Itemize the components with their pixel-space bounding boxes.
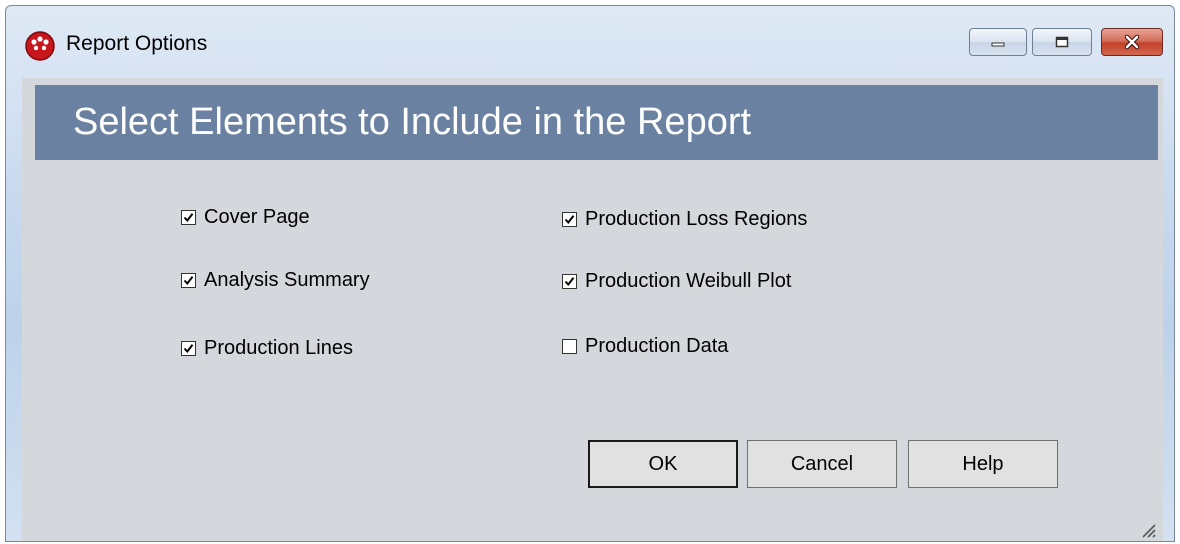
- close-icon: [1124, 34, 1140, 50]
- checkbox-box[interactable]: [562, 274, 577, 289]
- checkbox-analysis-summary[interactable]: Analysis Summary: [181, 269, 370, 292]
- help-button[interactable]: Help: [908, 440, 1058, 488]
- resize-grip-icon[interactable]: [1135, 517, 1157, 539]
- ok-button[interactable]: OK: [588, 440, 738, 488]
- checkbox-box[interactable]: [181, 341, 196, 356]
- close-button[interactable]: [1101, 28, 1163, 56]
- header-banner: Select Elements to Include in the Report: [35, 85, 1158, 160]
- checkbox-box[interactable]: [562, 339, 577, 354]
- maximize-button[interactable]: [1032, 28, 1092, 56]
- minimize-button[interactable]: [969, 28, 1027, 56]
- checkmark-icon: [564, 277, 575, 287]
- report-options-window: Report Options Select Elements to Includ…: [5, 5, 1175, 542]
- checkbox-production-weibull-plot[interactable]: Production Weibull Plot: [562, 270, 791, 293]
- checkmark-icon: [183, 213, 194, 223]
- banner-heading: Select Elements to Include in the Report: [73, 101, 752, 143]
- dialog-body: Select Elements to Include in the Report…: [22, 78, 1163, 541]
- cancel-button[interactable]: Cancel: [747, 440, 897, 488]
- checkbox-production-data[interactable]: Production Data: [562, 335, 728, 358]
- checkbox-label: Production Weibull Plot: [585, 270, 792, 292]
- minimize-icon: [991, 42, 1005, 47]
- title-bar[interactable]: Report Options: [6, 6, 1174, 78]
- checkbox-production-loss-regions[interactable]: Production Loss Regions: [562, 208, 807, 231]
- checkbox-box[interactable]: [181, 273, 196, 288]
- maximize-icon: [1055, 36, 1069, 48]
- window-title: Report Options: [66, 32, 208, 55]
- checkbox-label: Production Data: [585, 335, 729, 357]
- checkmark-icon: [564, 215, 575, 225]
- checkbox-label: Cover Page: [204, 206, 310, 228]
- checkbox-label: Analysis Summary: [204, 269, 370, 291]
- checkbox-box[interactable]: [562, 212, 577, 227]
- checkbox-box[interactable]: [181, 210, 196, 225]
- checkbox-label: Production Lines: [204, 337, 353, 359]
- app-icon: [25, 31, 55, 61]
- checkbox-production-lines[interactable]: Production Lines: [181, 337, 353, 360]
- checkmark-icon: [183, 344, 194, 354]
- checkbox-cover-page[interactable]: Cover Page: [181, 206, 310, 229]
- checkmark-icon: [183, 276, 194, 286]
- checkbox-label: Production Loss Regions: [585, 208, 808, 230]
